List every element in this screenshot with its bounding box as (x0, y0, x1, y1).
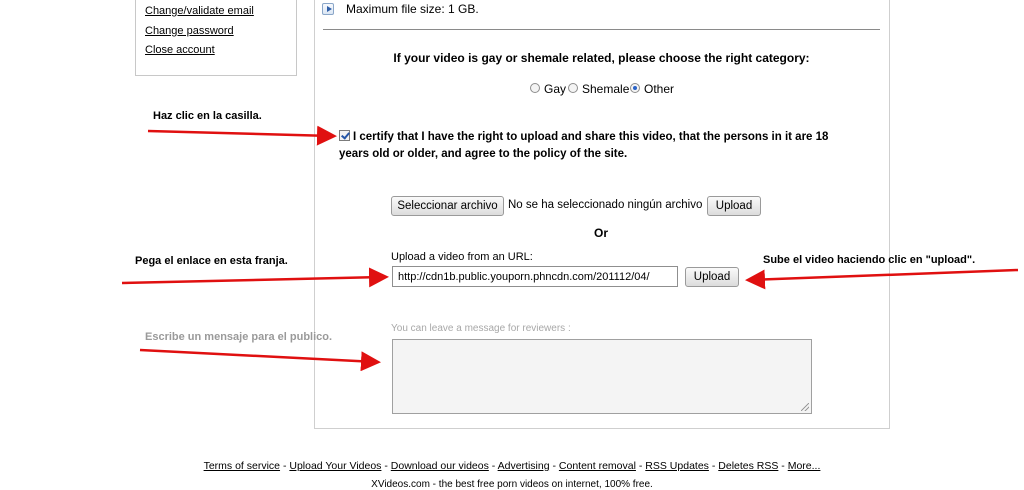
footer-tagline: XVideos.com - the best free porn videos … (371, 479, 653, 490)
footer-links: Terms of service - Upload Your Videos - … (203, 460, 821, 472)
footer-link-deletes-rss[interactable]: Deletes RSS (718, 460, 778, 472)
footer-link-terms[interactable]: Terms of service (204, 460, 280, 472)
checkbox-arrow (147, 125, 337, 146)
footer-link-more[interactable]: More... (788, 460, 821, 472)
url-arrow (121, 267, 389, 288)
message-arrow (139, 348, 381, 372)
annotation-arrows (121, 125, 1019, 372)
footer-link-upload[interactable]: Upload Your Videos (289, 460, 381, 472)
footer-link-download[interactable]: Download our videos (391, 460, 489, 472)
footer-link-advertising[interactable]: Advertising (498, 460, 550, 472)
footer-link-content-removal[interactable]: Content removal (559, 460, 636, 472)
upload-arrow (745, 268, 1019, 290)
footer-link-rss-updates[interactable]: RSS Updates (645, 460, 709, 472)
